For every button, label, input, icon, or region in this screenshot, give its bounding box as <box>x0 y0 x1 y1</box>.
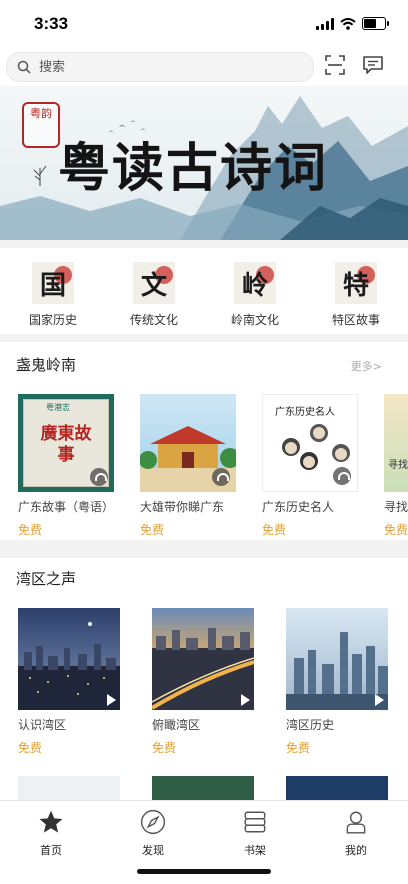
wifi-icon <box>340 17 356 30</box>
card-price: 免费 <box>140 523 165 537</box>
category-label: 岭南文化 <box>230 313 279 327</box>
tab-label: 首页 <box>40 844 62 857</box>
content-card[interactable]: 俯瞰湾区 免费 <box>152 608 254 756</box>
play-icon <box>241 694 250 706</box>
category-glyph-icon: 特 <box>335 262 377 304</box>
card-price: 免费 <box>286 741 311 755</box>
card-title: 俯瞰湾区 <box>152 718 201 732</box>
tab-home[interactable]: 首页 <box>21 809 81 858</box>
category-label: 国家历史 <box>28 313 77 327</box>
profile-icon <box>346 811 366 834</box>
star-icon <box>39 810 63 833</box>
cover-text: 寻找 <box>388 460 408 471</box>
category-lingnan-culture[interactable]: 岭 岭南文化 <box>210 262 300 328</box>
bookshelf-icon <box>244 811 266 833</box>
content-card[interactable]: 粤港志 廣東故事 广东故事（粤语） 免费 <box>18 394 114 538</box>
card-price: 免费 <box>384 523 408 537</box>
tab-discover[interactable]: 发现 <box>123 809 183 858</box>
card-price: 免费 <box>18 741 43 755</box>
hero-banner[interactable]: 粤韵 粤读古诗词 <box>0 86 408 240</box>
category-label: 传统文化 <box>129 313 178 327</box>
card-cover: 寻找 <box>384 394 408 492</box>
card-cover <box>286 608 388 710</box>
banner-title: 粤读古诗词 <box>58 138 329 199</box>
play-icon <box>375 694 384 706</box>
tab-label: 发现 <box>142 844 164 857</box>
search-icon <box>17 60 31 74</box>
category-label: 特区故事 <box>331 313 380 327</box>
card-title: 广东历史名人 <box>262 500 335 514</box>
home-indicator[interactable] <box>137 869 271 874</box>
section-title: 湾区之声 <box>16 570 77 588</box>
content-card-partial[interactable]: 寻找 寻找 免费 <box>384 394 408 538</box>
tab-bookshelf[interactable]: 书架 <box>225 809 285 858</box>
card-title: 广东故事（粤语） <box>18 500 115 514</box>
search-input[interactable] <box>37 58 291 76</box>
card-cover <box>140 394 236 492</box>
section-lingnan: 盏鬼岭南 更多> 粤港志 廣東故事 广东故事（粤语） 免费 大雄带你睇广东 免费 <box>0 342 408 540</box>
status-bar: 3:33 <box>0 0 408 46</box>
category-glyph-icon: 国 <box>32 262 74 304</box>
system-indicators <box>316 17 389 30</box>
cover-tag: 粤港志 <box>46 403 70 412</box>
signal-icon <box>316 17 334 30</box>
category-traditional-culture[interactable]: 文 传统文化 <box>109 262 199 328</box>
section-title: 盏鬼岭南 <box>16 356 77 374</box>
compass-icon <box>140 809 166 835</box>
card-title: 湾区历史 <box>286 718 335 732</box>
category-row: 国 国家历史 文 传统文化 岭 岭南文化 特 特区故事 <box>0 248 408 334</box>
content-card[interactable]: 湾区历史 免费 <box>286 608 388 756</box>
card-price: 免费 <box>262 523 287 537</box>
search-bar[interactable] <box>6 52 314 82</box>
card-price: 免费 <box>152 741 177 755</box>
cover-text: 廣東故事 <box>40 424 92 465</box>
card-title: 认识湾区 <box>18 718 67 732</box>
section-bay-area: 湾区之声 认识湾区 免费 俯瞰湾区 免费 湾区历史 免费 <box>0 558 408 768</box>
city-road-illustration <box>152 628 254 710</box>
audio-icon <box>90 468 108 486</box>
audio-icon <box>333 467 351 485</box>
category-glyph-icon: 岭 <box>234 262 276 304</box>
card-cover <box>152 608 254 710</box>
content-card[interactable]: 认识湾区 免费 <box>18 608 120 756</box>
city-night-illustration <box>18 622 120 710</box>
category-glyph-icon: 文 <box>133 262 175 304</box>
tab-profile[interactable]: 我的 <box>326 809 386 858</box>
tab-label: 书架 <box>244 844 266 857</box>
card-cover <box>18 608 120 710</box>
battery-icon <box>362 17 389 30</box>
top-header <box>0 46 408 86</box>
card-cover: 广东历史名人 <box>262 394 358 492</box>
status-time: 3:33 <box>34 14 69 33</box>
city-skyline-illustration <box>286 632 388 710</box>
card-title: 寻找 <box>384 500 408 514</box>
scan-icon[interactable] <box>324 54 346 76</box>
more-link[interactable]: 更多> <box>351 358 382 374</box>
card-title: 大雄带你睇广东 <box>140 500 225 514</box>
content-card[interactable]: 大雄带你睇广东 免费 <box>140 394 236 538</box>
card-price: 免费 <box>18 523 43 537</box>
tab-label: 我的 <box>345 844 367 857</box>
card-cover: 粤港志 廣東故事 <box>18 394 114 492</box>
audio-icon <box>212 468 230 486</box>
category-sez-stories[interactable]: 特 特区故事 <box>311 262 401 328</box>
content-card[interactable]: 广东历史名人 广东历史名人 免费 <box>262 394 358 538</box>
play-icon <box>107 694 116 706</box>
message-icon[interactable] <box>362 54 384 76</box>
category-national-history[interactable]: 国 国家历史 <box>8 262 98 328</box>
banner-seal: 粤韵 <box>22 102 60 148</box>
